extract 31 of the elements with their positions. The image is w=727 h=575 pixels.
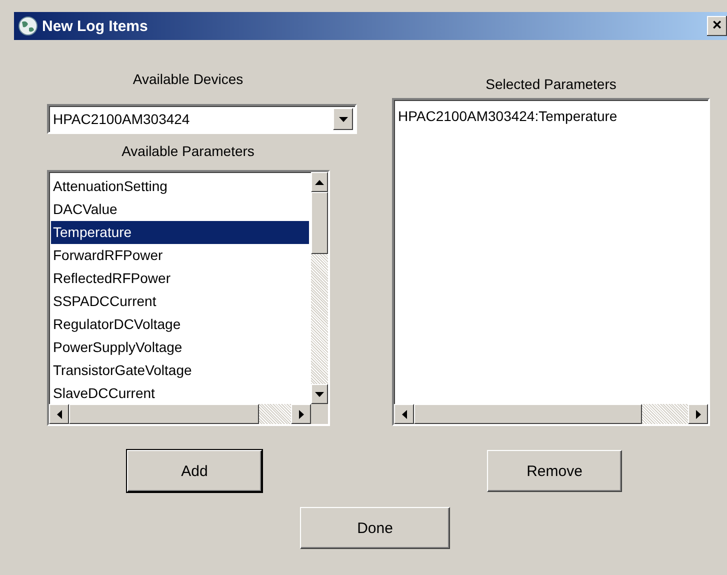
scroll-left-icon[interactable] [402,410,406,418]
scroll-down-icon[interactable] [315,392,324,396]
dialog-button[interactable]: Remove [487,450,622,492]
parameter-item[interactable]: RegulatorDCVoltage [51,313,309,336]
scrollbar-corner [311,404,328,424]
horizontal-scrollbar[interactable] [49,404,328,424]
parameter-item[interactable]: SlaveDCCurrent [51,382,309,404]
parameter-item[interactable]: ForwardRFPower [51,244,309,267]
scroll-right-icon[interactable] [298,410,304,418]
parameter-item[interactable]: Temperature [51,221,309,244]
devices-label: Available Devices [132,70,244,89]
scroll-left-icon[interactable] [56,410,62,418]
horizontal-scrollbar[interactable] [394,404,708,424]
parameter-item[interactable]: AttenuationSetting [51,175,309,198]
dialog-button[interactable]: Add [127,450,262,492]
selected-item[interactable]: HPAC2100AM303424:Temperature [396,105,706,128]
parameter-item[interactable]: SSPADCCurrent [51,290,309,313]
parameter-item[interactable]: DACValue [51,198,309,221]
parameter-item[interactable]: TransistorGateVoltage [51,359,309,382]
scroll-right-icon[interactable] [696,410,700,418]
window-title: New Log Items [42,18,149,34]
parameter-item[interactable]: PowerSupplyVoltage [51,336,309,359]
scroll-up-icon[interactable] [315,180,324,184]
close-button[interactable]: × [707,16,727,36]
parameters-label: Available Parameters [122,142,254,161]
selected-label: Selected Parameters [486,75,616,94]
dialog-button[interactable]: Done [300,507,450,549]
device-dropdown[interactable]: HPAC2100AM303424 [47,104,357,134]
vertical-scrollbar[interactable] [311,172,328,404]
parameter-item[interactable]: ReflectedRFPower [51,267,309,290]
globe-icon [18,16,38,36]
